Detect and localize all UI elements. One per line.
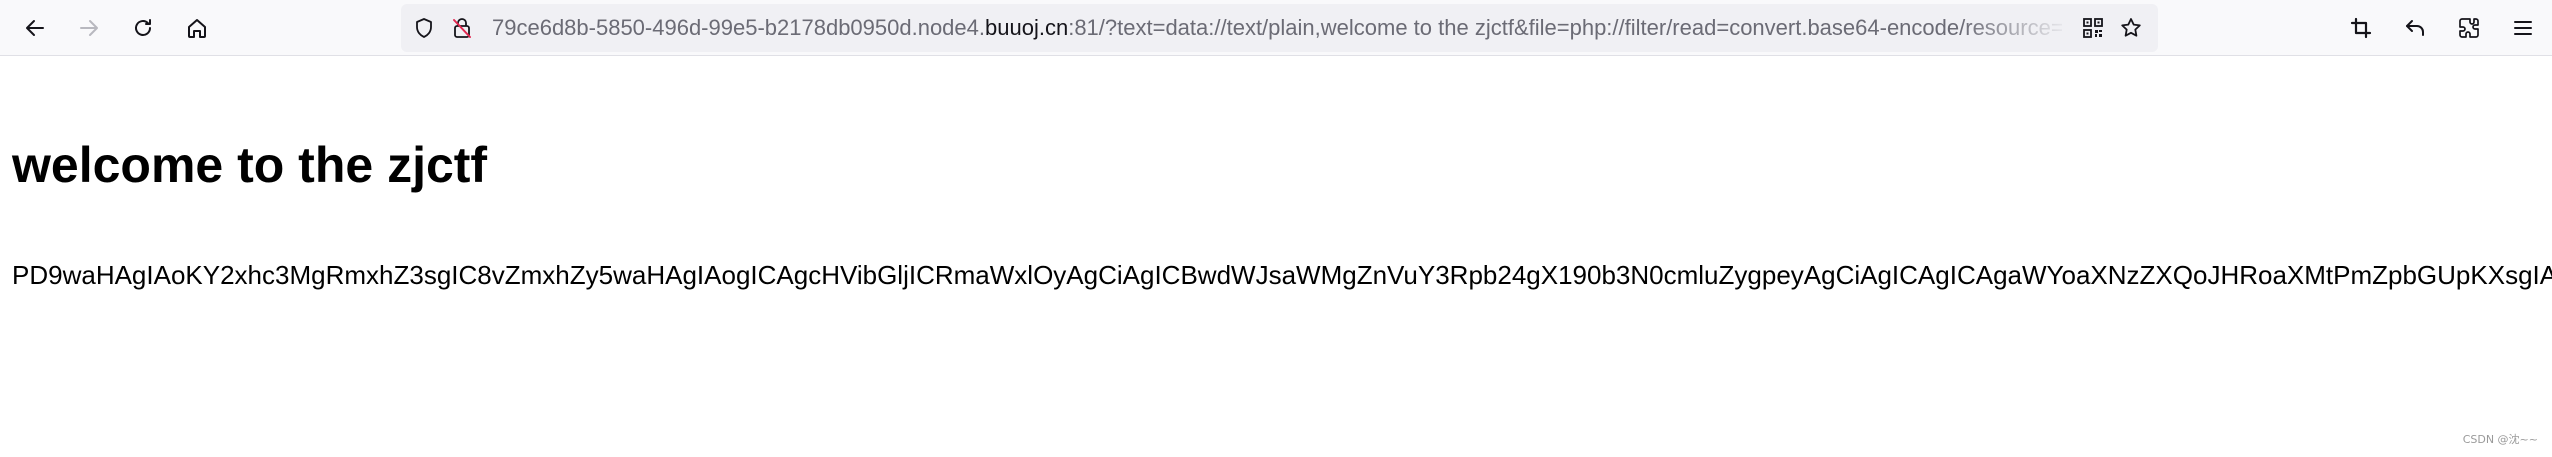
shield-icon [416, 18, 432, 38]
extensions-button[interactable] [2449, 8, 2489, 48]
watermark: CSDN @沈~~ [2462, 433, 2538, 446]
url-fade [1961, 4, 2071, 52]
url-domain: buuoj.cn [985, 15, 1069, 40]
home-icon [188, 19, 206, 38]
forward-button[interactable] [69, 8, 109, 48]
url-text[interactable]: 79ce6d8b-5850-496d-99e5-b2178db0950d.nod… [492, 4, 2062, 52]
site-info-insecure-icon[interactable] [450, 16, 474, 40]
bookmark-star-icon [2121, 18, 2141, 37]
reload-button[interactable] [123, 8, 163, 48]
menu-icon [2514, 21, 2532, 35]
url-suffix: :81/?text=data://text/plain,welcome to t… [1068, 15, 2062, 40]
crop-screenshot-icon [2350, 17, 2372, 39]
page-content: welcome to the zjctf PD9waHAgIAoKY2xhc3M… [0, 57, 2552, 457]
base64-output: PD9waHAgIAoKY2xhc3MgRmxhZ3sgIC8vZmxhZy5w… [12, 260, 2552, 290]
insecure-lock-icon [453, 18, 471, 38]
qr-code-button[interactable] [2081, 16, 2105, 40]
bookmark-button[interactable] [2119, 16, 2143, 40]
forward-icon [80, 20, 98, 36]
address-bar[interactable]: 79ce6d8b-5850-496d-99e5-b2178db0950d.nod… [401, 4, 2158, 52]
url-prefix: 79ce6d8b-5850-496d-99e5-b2178db0950d.nod… [492, 15, 986, 40]
undo-icon [2406, 20, 2424, 36]
reload-icon [135, 19, 151, 36]
back-icon [26, 20, 44, 36]
qr-code-icon [2083, 18, 2103, 38]
app-menu-button[interactable] [2503, 8, 2543, 48]
extensions-icon [2459, 18, 2479, 38]
undo-button[interactable] [2395, 8, 2435, 48]
browser-toolbar: 79ce6d8b-5850-496d-99e5-b2178db0950d.nod… [0, 0, 2552, 56]
tracking-protection-shield-icon[interactable] [412, 16, 436, 40]
page-heading: welcome to the zjctf [12, 137, 488, 193]
home-button[interactable] [177, 8, 217, 48]
screenshot-button[interactable] [2341, 8, 2381, 48]
back-button[interactable] [15, 8, 55, 48]
